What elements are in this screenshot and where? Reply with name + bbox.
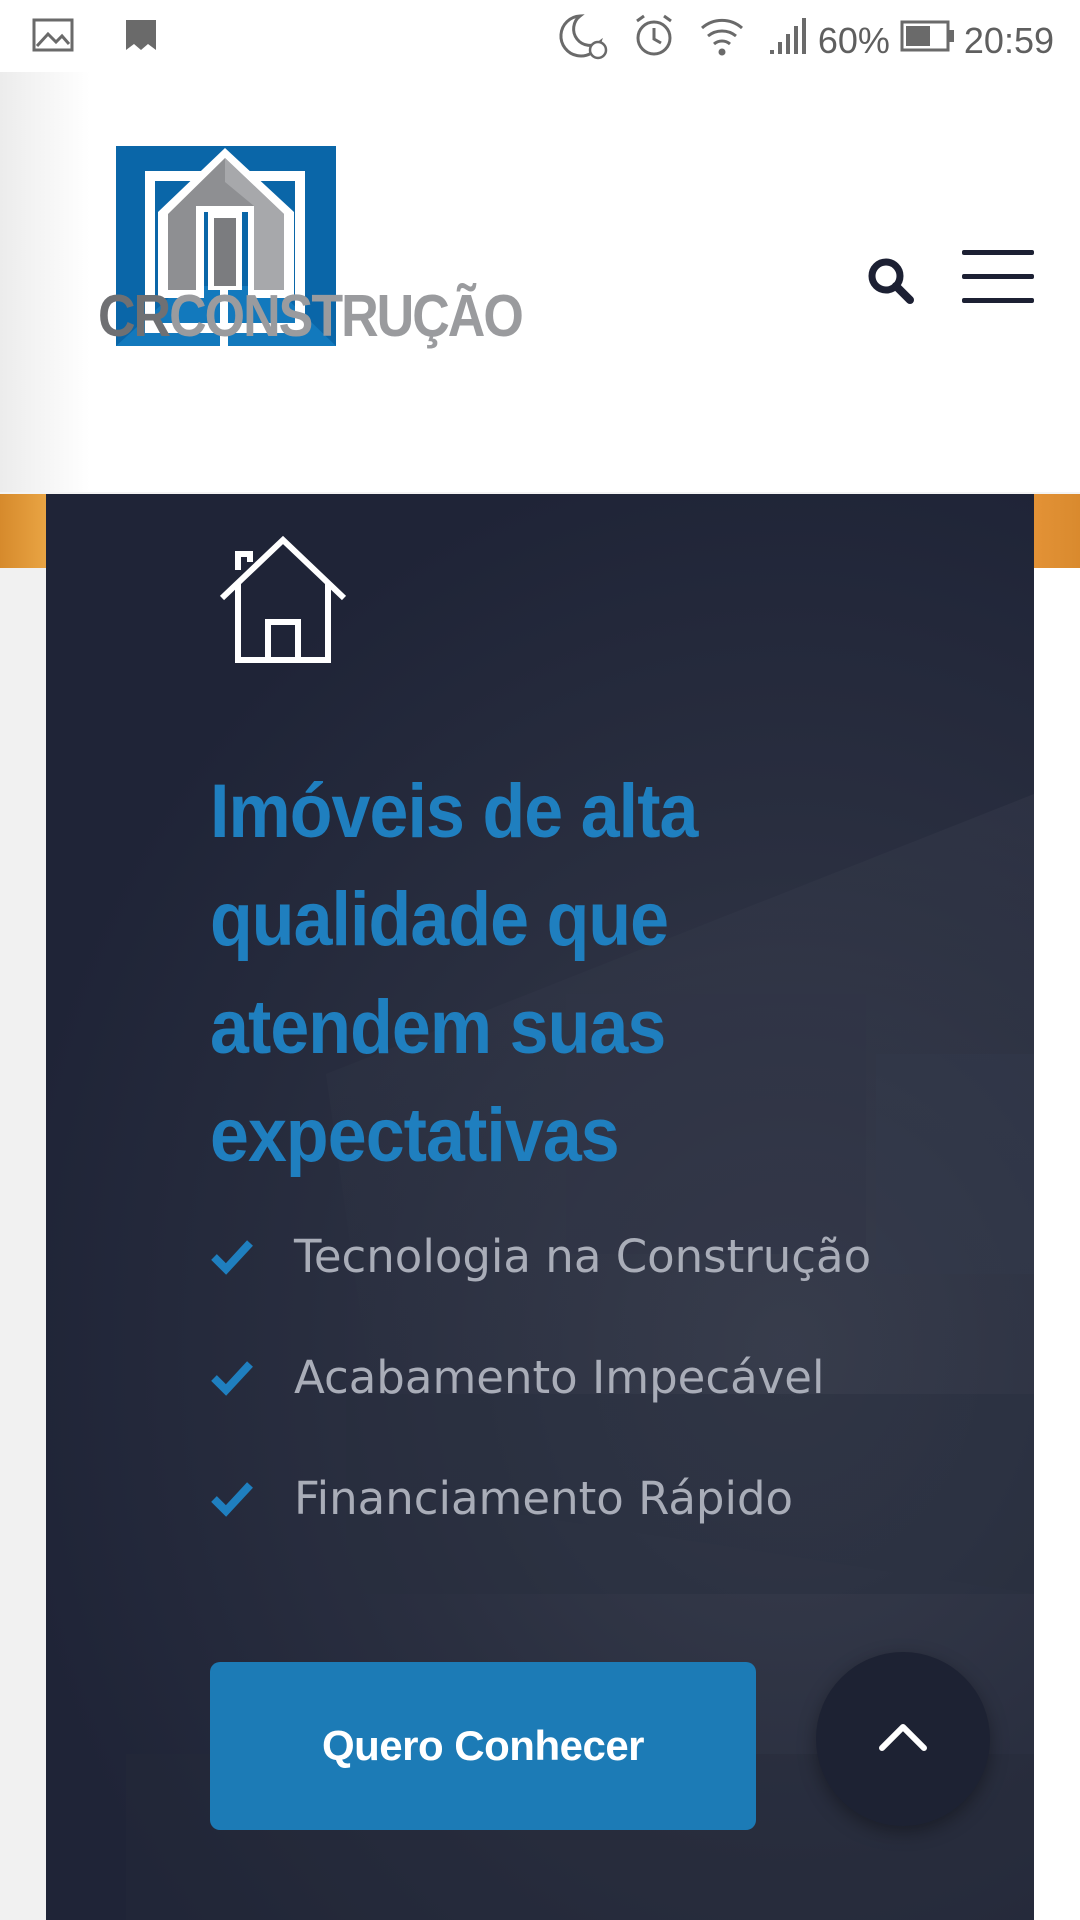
feature-item: Financiamento Rápido — [210, 1472, 793, 1525]
clock: 20:59 — [963, 19, 1054, 61]
logo-mark-icon — [116, 146, 336, 346]
battery-percent: 60% — [817, 19, 890, 61]
page-margin-left — [0, 568, 46, 1920]
house-icon — [219, 536, 347, 663]
page-margin-right — [1034, 568, 1080, 1920]
logo-text-cr: CR — [98, 283, 171, 350]
orange-strip-right — [1034, 494, 1080, 568]
scroll-to-top-button[interactable] — [816, 1652, 990, 1826]
orange-strip-left — [0, 494, 46, 568]
feature-item: Acabamento Impecável — [210, 1351, 824, 1404]
battery-icon — [900, 18, 956, 63]
moon-alarm-icon — [558, 12, 610, 69]
search-icon — [868, 258, 914, 304]
feature-label: Tecnologia na Construção — [294, 1230, 872, 1283]
check-icon — [211, 1481, 253, 1517]
chevron-up-icon — [879, 1724, 927, 1751]
signal-icon — [768, 16, 812, 65]
check-icon — [211, 1360, 253, 1396]
hero-title: Imóveis de alta qualidade que atendem su… — [210, 769, 698, 1178]
image-icon — [32, 18, 74, 57]
quero-conhecer-button[interactable]: Quero Conhecer — [210, 1662, 756, 1830]
logo-wordmark: CRCONSTRUÇÃO — [98, 282, 524, 351]
feature-label: Financiamento Rápido — [294, 1472, 794, 1525]
wifi-icon — [698, 14, 746, 67]
search-button[interactable] — [866, 256, 916, 306]
check-icon — [211, 1239, 253, 1275]
header-edge-shadow — [0, 72, 90, 492]
alarm-icon — [632, 13, 676, 68]
menu-button[interactable] — [962, 246, 1034, 306]
bookmark-icon — [124, 18, 158, 57]
feature-label: Acabamento Impecável — [294, 1351, 825, 1404]
feature-item: Tecnologia na Construção — [210, 1230, 871, 1283]
page: 60% 20:59 CRCONSTRUÇÃO Imóveis de alta q… — [0, 0, 1080, 1920]
status-bar: 60% 20:59 — [0, 0, 1080, 72]
logo-text-construcao: CONSTRUÇÃO — [169, 283, 524, 350]
